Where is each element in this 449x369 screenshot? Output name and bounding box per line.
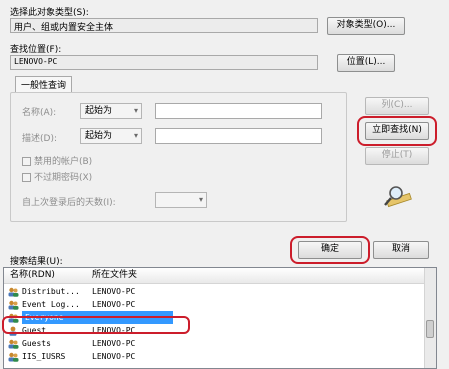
checkbox-icon xyxy=(22,157,31,166)
no-expire-password-checkbox[interactable]: 不过期密码(X) xyxy=(22,170,92,183)
name-mode-value: 起始为 xyxy=(85,106,113,116)
group-icon xyxy=(8,300,19,310)
object-types-button[interactable]: 对象类型(O)... xyxy=(327,17,405,35)
results-scrollbar[interactable] xyxy=(424,268,436,368)
description-mode-value: 起始为 xyxy=(85,131,113,141)
description-input[interactable] xyxy=(155,128,322,144)
no-expire-password-label: 不过期密码(X) xyxy=(34,173,93,183)
scrollbar-thumb[interactable] xyxy=(426,320,434,338)
object-type-label: 选择此对象类型(S): xyxy=(10,8,89,18)
column-header-folder[interactable]: 所在文件夹 xyxy=(92,268,137,283)
everyone-highlight xyxy=(2,316,190,334)
description-label: 描述(D): xyxy=(22,134,57,144)
results-label: 搜索结果(U): xyxy=(10,257,63,267)
columns-button[interactable]: 列(C)... xyxy=(365,97,429,115)
locations-button[interactable]: 位置(L)... xyxy=(337,54,395,72)
description-mode-select[interactable]: 起始为 ▾ xyxy=(80,128,142,144)
list-item[interactable]: IIS_IUSRS LENOVO-PC xyxy=(4,350,436,363)
disabled-accounts-label: 禁用的帐户(B) xyxy=(34,157,93,167)
object-type-field: 用户、组或内置安全主体 xyxy=(10,18,318,33)
group-icon xyxy=(8,352,19,362)
disabled-accounts-checkbox[interactable]: 禁用的帐户(B) xyxy=(22,154,92,167)
results-header: 名称(RDN) 所在文件夹 xyxy=(4,268,436,284)
name-label: 名称(A): xyxy=(22,108,57,118)
stop-button[interactable]: 停止(T) xyxy=(365,147,429,165)
group-icon xyxy=(8,339,19,349)
chevron-down-icon: ▾ xyxy=(133,106,138,115)
find-now-highlight xyxy=(357,116,437,146)
list-item[interactable]: Guests LENOVO-PC xyxy=(4,337,436,350)
chevron-down-icon: ▾ xyxy=(198,195,203,204)
days-since-login-label: 自上次登录后的天数(I): xyxy=(22,198,116,208)
location-field: LENOVO-PC xyxy=(10,55,318,70)
tab-general-query[interactable]: 一般性查询 xyxy=(15,76,73,92)
group-icon xyxy=(8,287,19,297)
chevron-down-icon: ▾ xyxy=(133,131,138,140)
ok-highlight xyxy=(290,236,370,264)
search-animation-icon xyxy=(384,186,412,208)
days-since-login-select[interactable]: ▾ xyxy=(155,192,207,208)
list-item[interactable]: Distribut... LENOVO-PC xyxy=(4,285,436,298)
name-input[interactable] xyxy=(155,103,322,119)
name-mode-select[interactable]: 起始为 ▾ xyxy=(80,103,142,119)
column-header-name[interactable]: 名称(RDN) xyxy=(10,268,55,283)
cancel-button[interactable]: 取消 xyxy=(373,241,429,259)
list-item[interactable]: Event Log... LENOVO-PC xyxy=(4,298,436,311)
location-label: 查找位置(F): xyxy=(10,45,62,55)
checkbox-icon xyxy=(22,173,31,182)
